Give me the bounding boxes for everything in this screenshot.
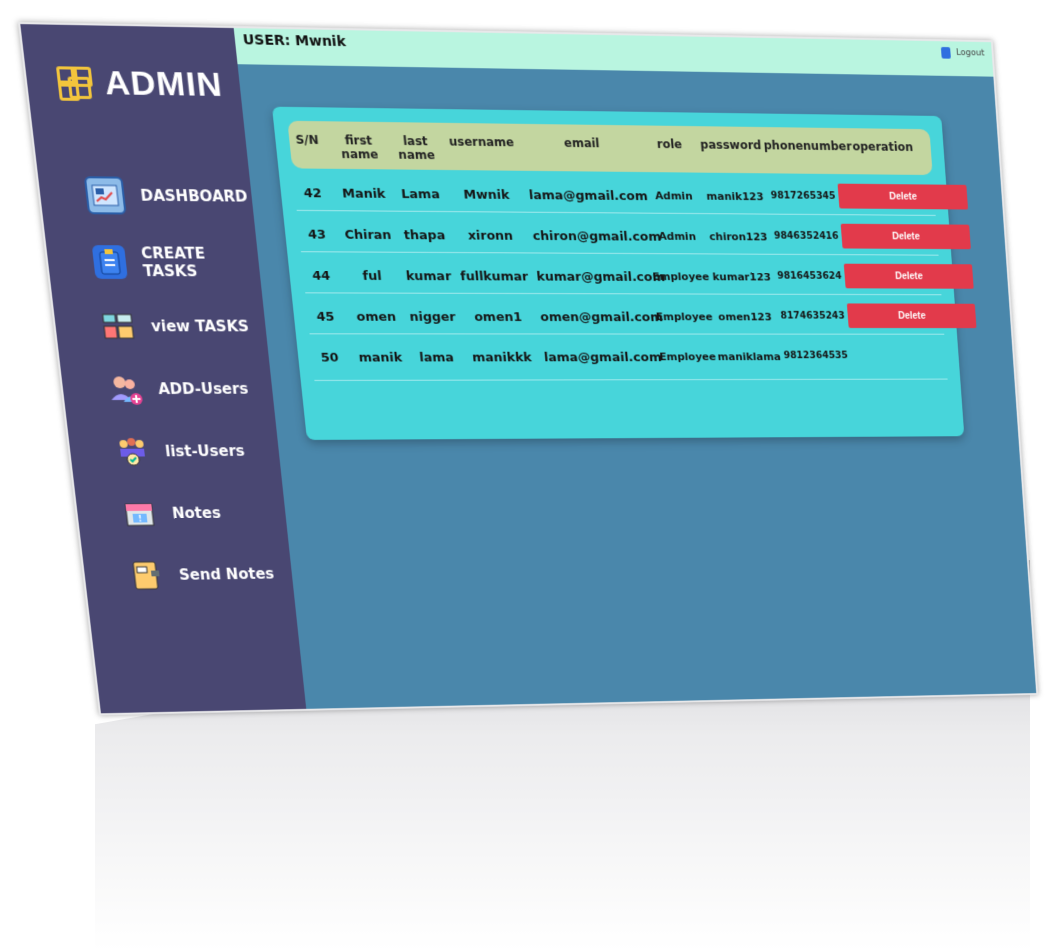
cell-email: lama@gmail.com bbox=[528, 188, 649, 204]
calendar-icon: ! bbox=[121, 497, 159, 530]
delete-button[interactable]: Delete bbox=[840, 223, 971, 250]
cell-username: omen1 bbox=[473, 310, 523, 325]
cell-role: Admin bbox=[658, 230, 697, 243]
sidebar-item-label: ADD-Users bbox=[157, 380, 250, 398]
cell-password: chiron123 bbox=[708, 230, 768, 244]
cell-username: fullkumar bbox=[459, 269, 529, 285]
row-divider bbox=[309, 333, 945, 335]
sidebar-item-label: view TASKS bbox=[150, 317, 250, 336]
screen-wrapper: ADMIN DASHBOARD CREATE TASKS view TASKS … bbox=[6, 10, 1039, 780]
cell-first-name: manik bbox=[357, 350, 403, 366]
cell-role: Employee bbox=[651, 270, 710, 284]
cell-last-name: nigger bbox=[408, 310, 457, 325]
table-row: 44 ful kumar fullkumar kumar@gmail.com E… bbox=[272, 107, 974, 296]
cell-first-name: omen bbox=[355, 310, 397, 325]
cell-last-name: Lama bbox=[400, 187, 441, 203]
column-header: first name bbox=[340, 133, 379, 162]
cell-role: Admin bbox=[654, 189, 694, 203]
users-group-icon bbox=[114, 435, 152, 468]
cell-phone: 9817265345 bbox=[770, 190, 836, 202]
top-bar: USER: Mwnik Logout bbox=[233, 28, 994, 77]
cell-role: Employee bbox=[658, 350, 717, 364]
column-header: operation bbox=[851, 139, 914, 154]
task-list-icon bbox=[99, 310, 137, 344]
cell-email: chiron@gmail.com bbox=[532, 229, 662, 245]
sidebar-item-view-tasks[interactable]: view TASKS bbox=[99, 310, 250, 344]
sidebar-item-send-notes[interactable]: Send Notes bbox=[128, 558, 276, 593]
logout-icon bbox=[941, 46, 952, 59]
row-divider bbox=[314, 378, 948, 381]
column-header: username bbox=[448, 134, 515, 150]
users-table-card: S/N first name last name username email … bbox=[271, 106, 977, 440]
delete-button[interactable]: Delete bbox=[837, 183, 969, 210]
sidebar-item-notes[interactable]: ! Notes bbox=[121, 497, 223, 531]
row-divider bbox=[305, 292, 942, 296]
cell-sn: 45 bbox=[315, 309, 336, 325]
sidebar-item-label: Notes bbox=[171, 504, 222, 523]
clipboard-icon bbox=[91, 245, 129, 279]
sidebar-item-label: CREATE TASKS bbox=[140, 244, 207, 281]
cell-username: manikkk bbox=[471, 350, 533, 366]
row-divider bbox=[296, 209, 936, 216]
cell-last-name: thapa bbox=[403, 228, 446, 244]
cell-password: omen123 bbox=[717, 310, 773, 324]
sidebar-item-dashboard[interactable]: DASHBOARD bbox=[83, 176, 250, 215]
current-user-label: USER: Mwnik bbox=[242, 32, 347, 51]
sidebar-item-create-tasks[interactable]: CREATE TASKS bbox=[91, 244, 261, 281]
sidebar: ADMIN DASHBOARD CREATE TASKS view TASKS … bbox=[20, 24, 307, 714]
dashboard-icon bbox=[83, 176, 127, 215]
column-header: email bbox=[563, 136, 601, 151]
sidebar-item-label: DASHBOARD bbox=[139, 186, 249, 206]
cell-sn: 42 bbox=[303, 186, 323, 202]
delete-button[interactable]: Delete bbox=[843, 263, 974, 289]
table-row: 45 omen nigger omen1 omen@gmail.com Empl… bbox=[272, 107, 977, 335]
cell-first-name: ful bbox=[361, 269, 383, 284]
brand: ADMIN bbox=[55, 63, 225, 105]
brand-title: ADMIN bbox=[102, 63, 225, 104]
table-row: 50 manik lama manikkk lama@gmail.com Emp… bbox=[272, 107, 948, 381]
logout-button[interactable]: Logout bbox=[941, 46, 985, 59]
delete-button[interactable]: Delete bbox=[846, 303, 977, 329]
cell-sn: 44 bbox=[311, 268, 331, 284]
cell-sn: 43 bbox=[307, 227, 327, 243]
column-header: password bbox=[699, 137, 762, 153]
cell-phone: 9816453624 bbox=[776, 270, 843, 282]
table-row: 42 Manik Lama Mwnik lama@gmail.com Admin… bbox=[272, 107, 969, 216]
cell-username: xironn bbox=[467, 228, 514, 244]
sidebar-item-label: Send Notes bbox=[178, 565, 275, 584]
add-user-icon bbox=[106, 373, 144, 406]
row-divider bbox=[300, 251, 939, 256]
admin-logo-icon bbox=[55, 65, 95, 101]
cell-email: kumar@gmail.com bbox=[535, 269, 666, 285]
cell-password: manik123 bbox=[706, 190, 765, 204]
table-row: 43 Chiran thapa xironn chiron@gmail.com … bbox=[272, 107, 971, 256]
sidebar-item-add-users[interactable]: ADD-Users bbox=[106, 372, 250, 406]
cell-sn: 50 bbox=[320, 350, 340, 366]
cell-password: kumar123 bbox=[712, 270, 772, 284]
cell-password: maniklama bbox=[717, 350, 782, 363]
notebook-icon bbox=[128, 559, 165, 592]
column-header: phonenumber bbox=[763, 138, 853, 154]
cell-first-name: Chiran bbox=[343, 227, 393, 243]
table-header: S/N first name last name username email … bbox=[287, 120, 933, 176]
sidebar-item-label: list-Users bbox=[164, 442, 246, 461]
logout-label: Logout bbox=[955, 48, 985, 59]
column-header: role bbox=[656, 137, 683, 152]
cell-last-name: kumar bbox=[405, 269, 452, 285]
cell-email: lama@gmail.com bbox=[543, 350, 663, 366]
app-window: ADMIN DASHBOARD CREATE TASKS view TASKS … bbox=[18, 22, 1039, 716]
cell-role: Employee bbox=[655, 310, 714, 324]
scene: ADMIN DASHBOARD CREATE TASKS view TASKS … bbox=[0, 0, 1048, 951]
cell-username: Mwnik bbox=[462, 187, 511, 203]
column-header: S/N bbox=[294, 132, 320, 147]
cell-phone: 9846352416 bbox=[773, 230, 840, 242]
sidebar-item-list-users[interactable]: list-Users bbox=[114, 435, 247, 469]
cell-phone: 8174635243 bbox=[780, 310, 846, 322]
cell-phone: 9812364535 bbox=[783, 350, 849, 362]
column-header: last name bbox=[397, 134, 436, 163]
cell-first-name: Manik bbox=[341, 186, 387, 202]
cell-email: omen@gmail.com bbox=[539, 310, 664, 325]
cell-last-name: lama bbox=[418, 350, 455, 366]
